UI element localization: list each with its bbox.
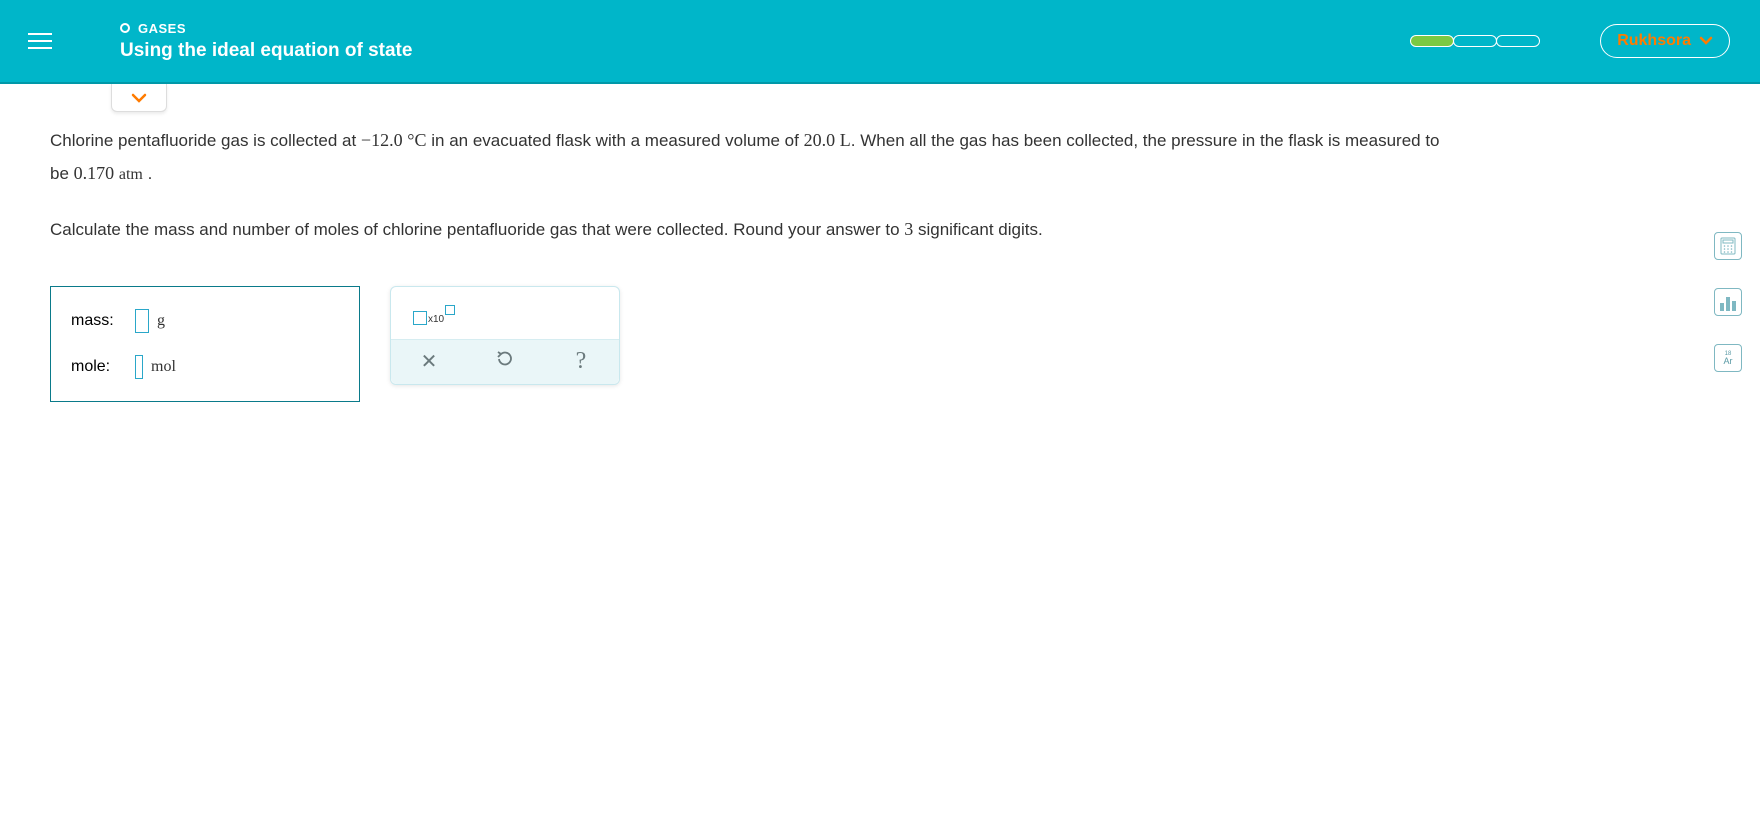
problem-statement: Chlorine pentafluoride gas is collected … <box>50 124 1450 246</box>
clear-button[interactable]: ✕ <box>391 340 467 384</box>
reset-icon <box>495 349 515 375</box>
reset-button[interactable] <box>467 340 543 384</box>
mole-input[interactable] <box>135 355 143 379</box>
input-tool-panel: x10 ✕ ? <box>390 286 620 385</box>
mass-label: mass: <box>71 312 135 330</box>
answer-box: mass: g mole: mol <box>50 286 360 402</box>
volume-unit: L <box>840 130 851 150</box>
sci-x10-label: x10 <box>428 314 444 325</box>
sci-mantissa-box <box>413 311 427 325</box>
progress-segment <box>1453 35 1497 47</box>
progress-bar <box>1411 35 1540 47</box>
problem-text: Chlorine pentafluoride gas is collected … <box>50 131 361 150</box>
instruction-text: significant digits. <box>913 220 1042 239</box>
x-icon: ✕ <box>421 349 438 374</box>
bar-icon <box>1726 297 1730 311</box>
mole-label: mole: <box>71 358 135 376</box>
user-name: Rukhsora <box>1617 32 1691 50</box>
side-tools: 18 Ar <box>1714 232 1742 372</box>
tool-top-row: x10 <box>391 287 619 339</box>
problem-text: . <box>143 164 152 183</box>
problem-text: in an evacuated flask with a measured vo… <box>427 131 804 150</box>
lesson-title: Using the ideal equation of state <box>120 40 412 62</box>
mass-input[interactable] <box>135 309 149 333</box>
stats-button[interactable] <box>1714 288 1742 316</box>
periodic-table-button[interactable]: 18 Ar <box>1714 344 1742 372</box>
header-titles: GASES Using the ideal equation of state <box>120 21 412 62</box>
menu-icon[interactable] <box>20 25 60 57</box>
scientific-notation-button[interactable]: x10 <box>409 301 459 329</box>
sig-digits: 3 <box>904 219 913 239</box>
tool-bottom-row: ✕ ? <box>391 339 619 384</box>
periodic-table-icon: 18 Ar <box>1724 351 1733 366</box>
progress-segment <box>1496 35 1540 47</box>
temp-value: 12.0 <box>371 130 403 150</box>
category-text: GASES <box>138 21 186 36</box>
user-menu[interactable]: Rukhsora <box>1600 24 1730 58</box>
mole-unit: mol <box>151 358 176 376</box>
bar-icon <box>1720 303 1724 311</box>
category-label: GASES <box>120 21 412 36</box>
pressure-unit: atm <box>119 166 143 183</box>
volume-value: 20.0 <box>804 130 836 150</box>
work-area: mass: g mole: mol x10 ✕ <box>50 286 1710 402</box>
temp-unit: °C <box>407 130 426 150</box>
bar-icon <box>1732 301 1736 311</box>
instruction-text: Calculate the mass and number of moles o… <box>50 220 904 239</box>
calculator-button[interactable] <box>1714 232 1742 260</box>
mass-row: mass: g <box>71 309 339 333</box>
pressure-value: 0.170 <box>74 163 115 183</box>
category-dot-icon <box>120 23 130 33</box>
temp-minus: − <box>361 130 371 150</box>
help-button[interactable]: ? <box>543 340 619 384</box>
question-icon: ? <box>576 348 587 375</box>
content-area: Chlorine pentafluoride gas is collected … <box>0 84 1760 442</box>
mass-unit: g <box>157 312 165 330</box>
mole-row: mole: mol <box>71 355 339 379</box>
app-header: GASES Using the ideal equation of state … <box>0 0 1760 84</box>
chevron-down-icon <box>1699 33 1713 49</box>
progress-segment <box>1410 35 1454 47</box>
sci-exponent-box <box>445 305 455 315</box>
calculator-icon <box>1720 237 1736 255</box>
